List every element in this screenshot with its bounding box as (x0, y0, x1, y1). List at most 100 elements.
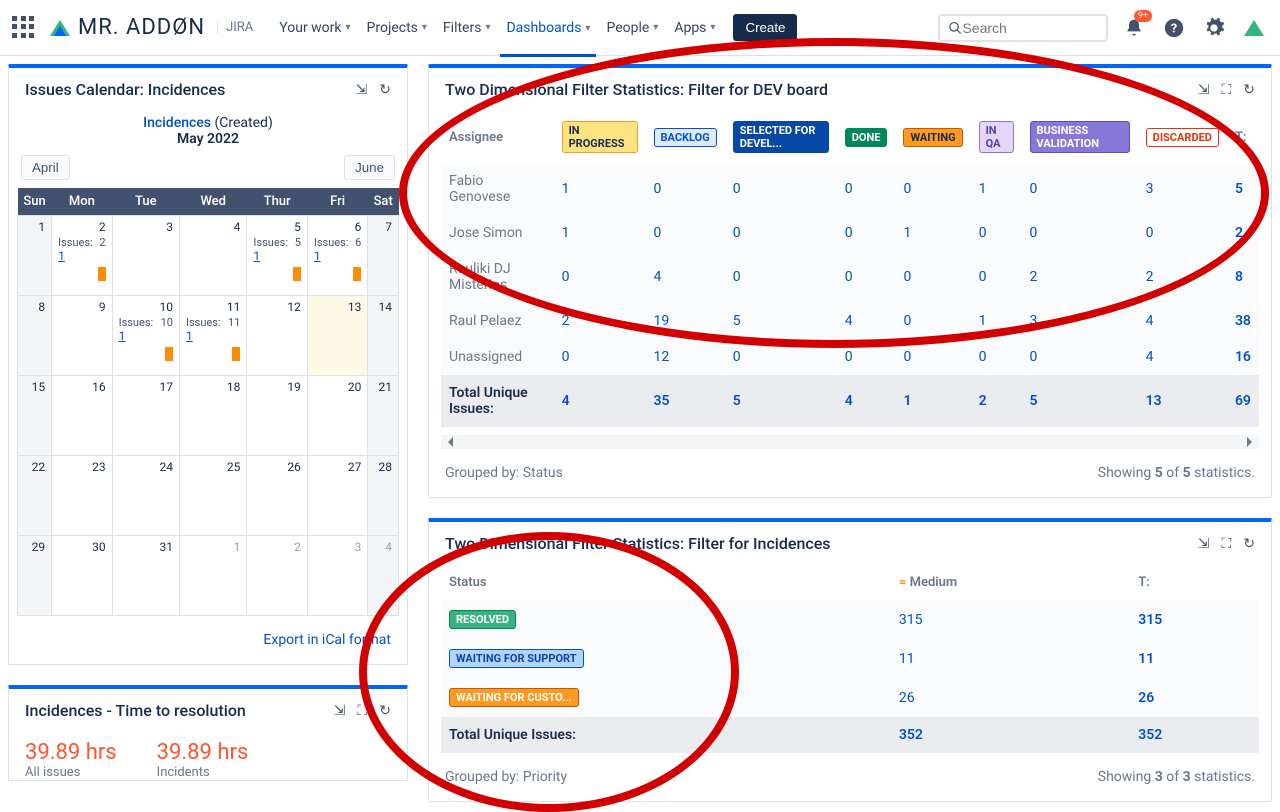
cal-day[interactable]: 27 (307, 456, 367, 536)
total-cell[interactable]: 5 (725, 375, 837, 427)
status-col[interactable]: BUSINESS VALIDATION (1022, 111, 1138, 163)
stat-cell[interactable]: 12 (646, 339, 725, 375)
cal-day[interactable]: 1 (180, 536, 247, 616)
status-cell[interactable]: WAITING FOR CUSTO... (441, 678, 891, 717)
cal-day[interactable]: 29 (18, 536, 52, 616)
assignee-cell[interactable]: Unassigned (441, 339, 554, 375)
stat-cell[interactable]: 19 (646, 303, 725, 339)
stat-cell[interactable]: 4 (646, 251, 725, 303)
total-cell[interactable]: 2 (971, 375, 1022, 427)
cal-day[interactable]: 15 (18, 376, 52, 456)
cal-day[interactable]: 30 (52, 536, 112, 616)
expand-icon[interactable]: ⛶ (1221, 82, 1231, 98)
stat-cell[interactable]: 0 (971, 215, 1022, 251)
status-col[interactable]: BACKLOG (646, 111, 725, 163)
refresh-icon[interactable]: ↻ (1243, 82, 1255, 98)
search-input[interactable] (962, 20, 1098, 36)
stat-cell[interactable]: 3 (1138, 163, 1227, 215)
cal-day[interactable]: 14 (368, 296, 399, 376)
stat-cell[interactable]: 2 (1138, 251, 1227, 303)
stat-cell[interactable]: 0 (646, 215, 725, 251)
cal-day[interactable]: 8 (18, 296, 52, 376)
stat-cell[interactable]: 0 (1022, 215, 1138, 251)
assignee-cell[interactable]: Jose Simon (441, 215, 554, 251)
minimize-icon[interactable]: ⇲ (1198, 82, 1210, 98)
stat-cell[interactable]: 0 (725, 215, 837, 251)
stat-cell[interactable]: 4 (1138, 339, 1227, 375)
row-total[interactable]: 315 (1130, 600, 1259, 639)
help-icon[interactable]: ? (1160, 14, 1188, 42)
stat-cell[interactable]: 315 (891, 600, 1130, 639)
create-button[interactable]: Create (733, 14, 797, 41)
cal-day[interactable]: 24 (112, 456, 179, 536)
stat-cell[interactable]: 1 (554, 215, 646, 251)
row-total[interactable]: 16 (1227, 339, 1259, 375)
stat-cell[interactable]: 0 (554, 251, 646, 303)
row-total[interactable]: 5 (1227, 163, 1259, 215)
row-total[interactable]: 2 (1227, 215, 1259, 251)
cal-day[interactable]: 5Issues:51 (247, 216, 307, 296)
cal-day[interactable]: 3 (112, 216, 179, 296)
nav-apps[interactable]: Apps▾ (668, 12, 721, 44)
stat-cell[interactable]: 0 (725, 163, 837, 215)
cal-day[interactable]: 18 (180, 376, 247, 456)
stat-cell[interactable]: 0 (554, 339, 646, 375)
notifications-icon[interactable]: 9+ (1120, 14, 1148, 42)
expand-icon[interactable]: ⛶ (357, 703, 367, 719)
stat-cell[interactable]: 1 (895, 215, 970, 251)
cal-day[interactable]: 1 (18, 216, 52, 296)
cal-day[interactable]: 9 (52, 296, 112, 376)
stat-cell[interactable]: 0 (1138, 215, 1227, 251)
stat-cell[interactable]: 26 (891, 678, 1130, 717)
cal-day[interactable]: 11Issues:111 (180, 296, 247, 376)
stat-cell[interactable]: 0 (895, 339, 970, 375)
stat-cell[interactable]: 0 (837, 339, 896, 375)
cal-day[interactable]: 23 (52, 456, 112, 536)
total-cell[interactable]: 13 (1138, 375, 1227, 427)
search-box[interactable] (938, 14, 1108, 42)
stat-cell[interactable]: 1 (554, 163, 646, 215)
status-col[interactable]: IN PROGRESS (554, 111, 646, 163)
total-cell[interactable]: 352 (891, 717, 1130, 753)
stat-cell[interactable]: 0 (895, 251, 970, 303)
row-total[interactable]: 26 (1130, 678, 1259, 717)
calendar-filter-link[interactable]: Incidences (143, 115, 211, 131)
status-col[interactable]: IN QA (971, 111, 1022, 163)
cal-day[interactable]: 26 (247, 456, 307, 536)
prev-month-button[interactable]: April (21, 155, 70, 180)
stat-cell[interactable]: 0 (837, 163, 896, 215)
refresh-icon[interactable]: ↻ (379, 703, 391, 719)
stat-cell[interactable]: 2 (554, 303, 646, 339)
grand-total[interactable]: 352 (1130, 717, 1259, 753)
status-col[interactable]: WAITING (895, 111, 970, 163)
row-total[interactable]: 11 (1130, 639, 1259, 678)
nav-your-work[interactable]: Your work▾ (273, 12, 356, 44)
minimize-icon[interactable]: ⇲ (1198, 536, 1210, 552)
cal-day[interactable]: 4 (180, 216, 247, 296)
col-medium[interactable]: = Medium (891, 565, 1130, 600)
status-col[interactable]: DISCARDED (1138, 111, 1227, 163)
stat-cell[interactable]: 11 (891, 639, 1130, 678)
total-cell[interactable]: 35 (646, 375, 725, 427)
next-month-button[interactable]: June (344, 155, 395, 180)
stat-cell[interactable]: 0 (1022, 163, 1138, 215)
row-total[interactable]: 38 (1227, 303, 1259, 339)
cal-day[interactable]: 16 (52, 376, 112, 456)
stat-cell[interactable]: 1 (971, 303, 1022, 339)
settings-icon[interactable] (1200, 14, 1228, 42)
total-cell[interactable]: 1 (895, 375, 970, 427)
stat-cell[interactable]: 4 (1138, 303, 1227, 339)
cal-day[interactable]: 25 (180, 456, 247, 536)
total-cell[interactable]: 4 (837, 375, 896, 427)
total-cell[interactable]: 5 (1022, 375, 1138, 427)
expand-icon[interactable]: ⛶ (1221, 536, 1231, 552)
stat-cell[interactable]: 0 (895, 163, 970, 215)
cal-day[interactable]: 20 (307, 376, 367, 456)
status-col[interactable]: SELECTED FOR DEVEL... (725, 111, 837, 163)
nav-filters[interactable]: Filters▾ (437, 12, 497, 44)
stat-cell[interactable]: 0 (895, 303, 970, 339)
stat-cell[interactable]: 4 (837, 303, 896, 339)
horizontal-scrollbar[interactable] (441, 435, 1259, 449)
minimize-icon[interactable]: ⇲ (334, 703, 346, 719)
stat-cell[interactable]: 0 (971, 251, 1022, 303)
